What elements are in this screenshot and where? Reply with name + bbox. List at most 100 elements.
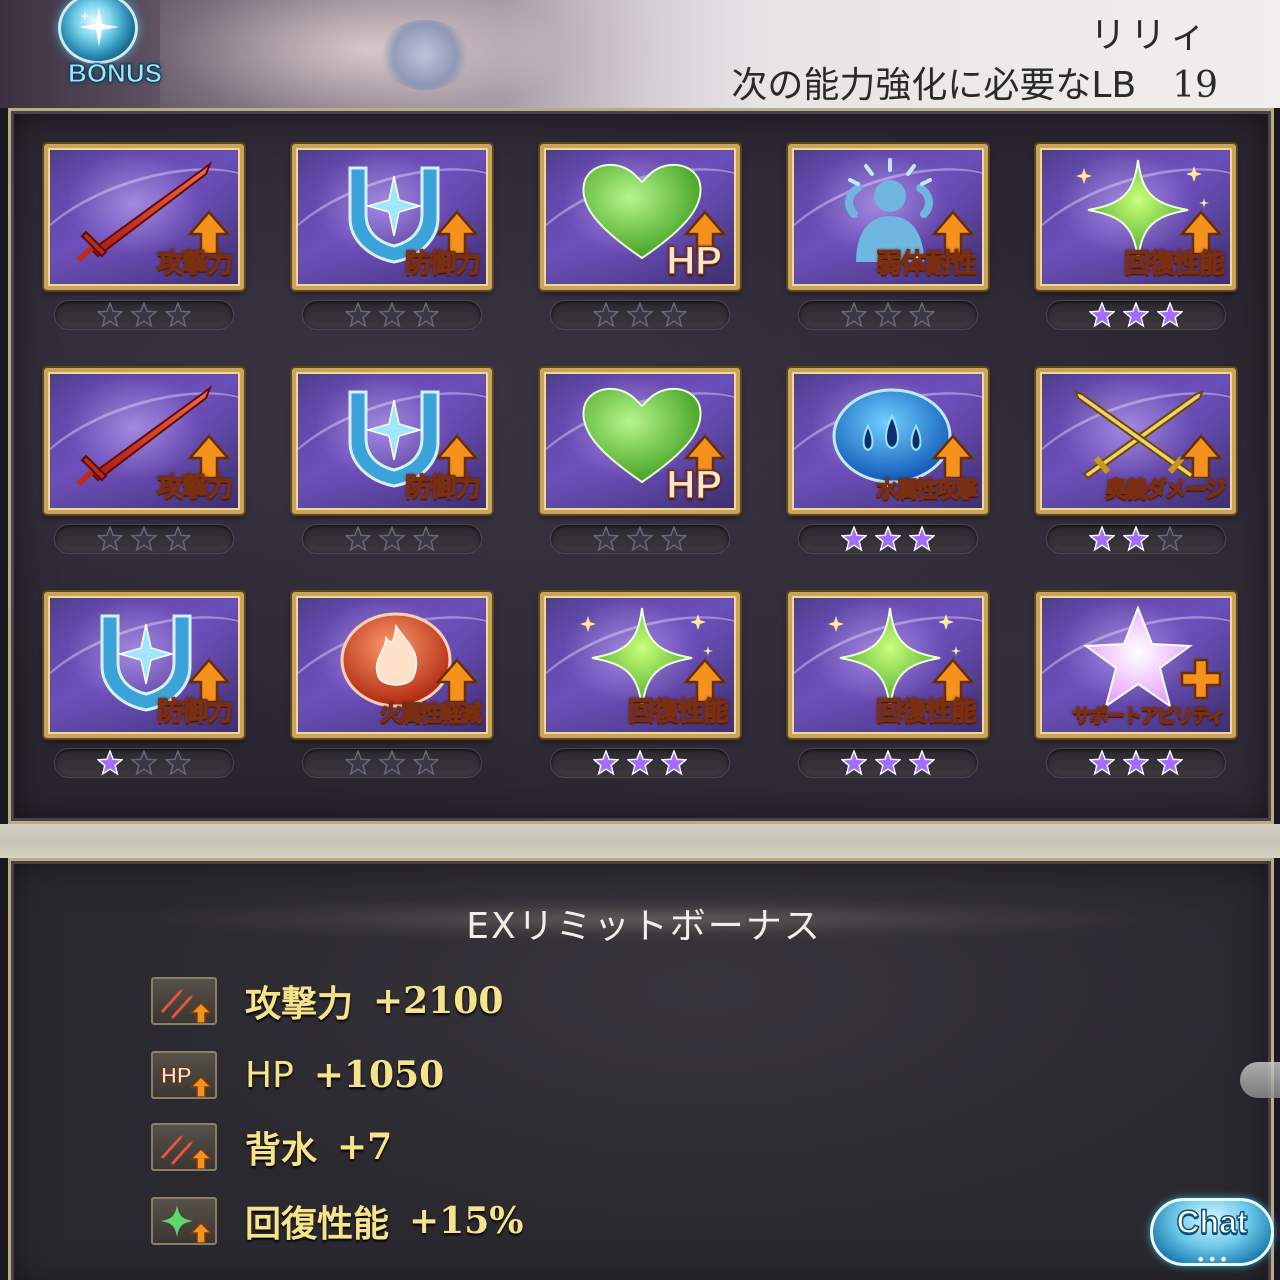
star-empty-icon: [592, 525, 620, 552]
star-filled-icon: [626, 749, 654, 776]
star-filled-icon: [840, 749, 868, 776]
star-rating: [550, 748, 730, 778]
bonus-value-heal: +15%: [409, 1200, 524, 1242]
star-rating: [798, 300, 978, 330]
bonus-label-heal: 回復性能: [245, 1204, 390, 1245]
star-empty-icon: [1156, 525, 1184, 552]
limit-bonus-tile[interactable]: 回復性能: [540, 592, 740, 738]
star-filled-icon: [1156, 301, 1184, 328]
star-filled-icon: [874, 525, 902, 552]
limit-bonus-cell[interactable]: サポートアビリティ: [1036, 592, 1236, 782]
limit-bonus-tile[interactable]: 弱体耐性: [788, 144, 988, 290]
limit-bonus-label: 回復性能: [627, 696, 729, 727]
star-rating: [302, 748, 482, 778]
bonus-row-enmity: 背水 +7: [151, 1121, 392, 1173]
enmity-up-icon: [151, 1123, 217, 1171]
lb-required-label: 次の能力強化に必要なLB: [731, 65, 1137, 106]
hp-up-icon: HP: [151, 1051, 217, 1099]
star-rating: [550, 524, 730, 554]
limit-bonus-tile[interactable]: HP: [540, 368, 740, 514]
plus-icon: [1178, 656, 1224, 702]
limit-bonus-label: 防御力: [156, 696, 233, 727]
limit-bonus-cell[interactable]: 回復性能: [788, 592, 988, 782]
limit-bonus-label: 回復性能: [875, 696, 977, 727]
star-filled-icon: [908, 525, 936, 552]
star-empty-icon: [378, 525, 406, 552]
star-empty-icon: [840, 301, 868, 328]
limit-bonus-tile[interactable]: 回復性能: [1036, 144, 1236, 290]
bonus-row-hp: HP HP +1050: [151, 1049, 444, 1101]
star-empty-icon: [130, 525, 158, 552]
star-filled-icon: [96, 749, 124, 776]
limit-bonus-tile[interactable]: 水属性攻撃: [788, 368, 988, 514]
limit-bonus-cell[interactable]: 攻撃力: [44, 368, 244, 558]
star-rating: [302, 524, 482, 554]
star-rating: [54, 748, 234, 778]
star-empty-icon: [908, 301, 936, 328]
attack-up-icon: [151, 977, 217, 1025]
star-rating: [302, 300, 482, 330]
limit-bonus-tile[interactable]: 火属性軽減: [292, 592, 492, 738]
limit-bonus-cell[interactable]: 回復性能: [1036, 144, 1236, 334]
limit-bonus-label: 弱体耐性: [875, 248, 977, 279]
limit-bonus-tile[interactable]: HP: [540, 144, 740, 290]
svg-text:HP: HP: [161, 1063, 192, 1088]
star-filled-icon: [1122, 525, 1150, 552]
chat-button[interactable]: Chat •••: [1150, 1198, 1274, 1276]
limit-bonus-label: サポートアビリティ: [1072, 704, 1227, 727]
ex-limit-bonus-title: EXリミットボーナス: [466, 906, 822, 947]
limit-bonus-cell[interactable]: 攻撃力: [44, 144, 244, 334]
star-rating: [798, 748, 978, 778]
limit-bonus-label: 攻撃力: [156, 472, 233, 503]
chat-button-label: Chat: [1176, 1203, 1249, 1241]
side-menu-handle[interactable]: [1240, 1062, 1280, 1098]
limit-bonus-label: 火属性軽減: [379, 701, 482, 727]
star-empty-icon: [164, 525, 192, 552]
star-empty-icon: [660, 525, 688, 552]
limit-bonus-cell[interactable]: 防御力: [292, 368, 492, 558]
star-filled-icon: [908, 749, 936, 776]
star-empty-icon: [164, 749, 192, 776]
limit-bonus-cell[interactable]: 防御力: [44, 592, 244, 782]
limit-bonus-cell[interactable]: 水属性攻撃: [788, 368, 988, 558]
star-rating: [54, 524, 234, 554]
limit-bonus-cell[interactable]: 火属性軽減: [292, 592, 492, 782]
star-empty-icon: [378, 749, 406, 776]
limit-bonus-tile[interactable]: サポートアビリティ: [1036, 592, 1236, 738]
limit-bonus-cell[interactable]: 弱体耐性: [788, 144, 988, 334]
limit-bonus-tile[interactable]: 回復性能: [788, 592, 988, 738]
star-empty-icon: [344, 301, 372, 328]
heal-up-icon: [151, 1197, 217, 1245]
limit-bonus-tile[interactable]: 防御力: [44, 592, 244, 738]
bonus-value-hp: +1050: [313, 1054, 445, 1096]
limit-bonus-tile[interactable]: 攻撃力: [44, 144, 244, 290]
star-empty-icon: [412, 301, 440, 328]
limit-bonus-cell[interactable]: HP: [540, 144, 740, 334]
limit-bonus-label: 回復性能: [1123, 248, 1225, 279]
star-filled-icon: [1088, 525, 1116, 552]
limit-bonus-label: HP: [666, 238, 723, 283]
panel-separator: [0, 824, 1280, 858]
limit-bonus-label: 奥義ダメージ: [1104, 477, 1226, 503]
bonus-label: BONUS: [68, 58, 163, 89]
limit-bonus-label: 防御力: [404, 472, 481, 503]
star-rating: [54, 300, 234, 330]
limit-bonus-cell[interactable]: HP: [540, 368, 740, 558]
limit-bonus-tile[interactable]: 攻撃力: [44, 368, 244, 514]
star-empty-icon: [412, 749, 440, 776]
star-filled-icon: [1122, 749, 1150, 776]
limit-bonus-tile[interactable]: 防御力: [292, 144, 492, 290]
lb-required-line: 次の能力強化に必要なLB 19: [731, 56, 1218, 108]
star-empty-icon: [378, 301, 406, 328]
star-filled-icon: [660, 749, 688, 776]
star-filled-icon: [1122, 301, 1150, 328]
star-empty-icon: [344, 525, 372, 552]
limit-bonus-tile[interactable]: 防御力: [292, 368, 492, 514]
limit-bonus-cell[interactable]: 回復性能: [540, 592, 740, 782]
bonus-badge[interactable]: BONUS: [52, 0, 178, 96]
star-filled-icon: [1156, 749, 1184, 776]
limit-bonus-cell[interactable]: 防御力: [292, 144, 492, 334]
limit-bonus-tile[interactable]: 奥義ダメージ: [1036, 368, 1236, 514]
limit-bonus-cell[interactable]: 奥義ダメージ: [1036, 368, 1236, 558]
bonus-orb-icon: [58, 0, 138, 64]
